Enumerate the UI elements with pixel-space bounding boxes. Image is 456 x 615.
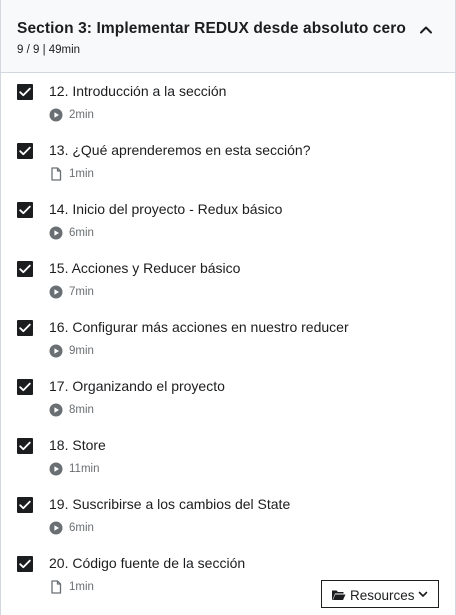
lecture-duration: 1min bbox=[69, 581, 94, 593]
checkmark-icon bbox=[19, 559, 31, 569]
folder-open-icon bbox=[332, 590, 346, 600]
checkmark-icon bbox=[19, 382, 31, 392]
checkmark-icon bbox=[19, 500, 31, 510]
chevron-up-icon[interactable] bbox=[419, 23, 433, 37]
lecture-title: 16. Configurar más acciones en nuestro r… bbox=[49, 319, 349, 335]
lecture-item[interactable]: 12. Introducción a la sección 2min bbox=[1, 73, 455, 132]
checkmark-icon bbox=[19, 264, 31, 274]
resources-dropdown-button[interactable]: Resources bbox=[321, 580, 439, 608]
section-title: Section 3: Implementar REDUX desde absol… bbox=[17, 20, 406, 37]
chevron-down-icon bbox=[418, 591, 428, 597]
checkmark-icon bbox=[19, 146, 31, 156]
section-meta: 9 / 9 | 49min bbox=[17, 44, 81, 56]
lecture-item[interactable]: 17. Organizando el proyecto 8min bbox=[1, 368, 455, 427]
lecture-duration: 9min bbox=[69, 345, 94, 357]
lecture-title: 20. Código fuente de la sección bbox=[49, 555, 246, 571]
lecture-item[interactable]: 19. Suscribirse a los cambios del State 6… bbox=[1, 486, 455, 545]
checkmark-icon bbox=[19, 323, 31, 333]
lecture-title: 19. Suscribirse a los cambios del State bbox=[49, 496, 291, 512]
play-circle-icon bbox=[49, 403, 63, 417]
checkmark-icon bbox=[19, 87, 31, 97]
lecture-title: 13. ¿Qué aprenderemos en esta sección? bbox=[49, 142, 311, 158]
checkmark-icon bbox=[19, 441, 31, 451]
lecture-item[interactable]: 15. Acciones y Reducer básico 7min bbox=[1, 250, 455, 309]
lecture-item[interactable]: 14. Inicio del proyecto - Redux básico 6m… bbox=[1, 191, 455, 250]
play-circle-icon bbox=[49, 108, 63, 122]
completed-checkbox[interactable] bbox=[17, 556, 33, 572]
play-circle-icon bbox=[49, 285, 63, 299]
play-circle-icon bbox=[49, 521, 63, 535]
completed-checkbox[interactable] bbox=[17, 143, 33, 159]
lecture-title: 12. Introducción a la sección bbox=[49, 83, 227, 99]
file-icon bbox=[49, 580, 63, 594]
lecture-item[interactable]: 18. Store 11min bbox=[1, 427, 455, 486]
completed-checkbox[interactable] bbox=[17, 379, 33, 395]
play-circle-icon bbox=[49, 462, 63, 476]
completed-checkbox[interactable] bbox=[17, 84, 33, 100]
play-circle-icon bbox=[49, 226, 63, 240]
checkmark-icon bbox=[19, 205, 31, 215]
completed-checkbox[interactable] bbox=[17, 438, 33, 454]
completed-checkbox[interactable] bbox=[17, 261, 33, 277]
lecture-duration: 8min bbox=[69, 404, 94, 416]
completed-checkbox[interactable] bbox=[17, 202, 33, 218]
course-content-panel: Section 3: Implementar REDUX desde absol… bbox=[0, 0, 456, 615]
file-icon bbox=[49, 167, 63, 181]
lecture-title: 14. Inicio del proyecto - Redux básico bbox=[49, 201, 283, 217]
section-header[interactable]: Section 3: Implementar REDUX desde absol… bbox=[1, 0, 455, 73]
lecture-title: 18. Store bbox=[49, 437, 106, 453]
lecture-duration: 7min bbox=[69, 286, 94, 298]
lecture-duration: 2min bbox=[69, 109, 94, 121]
lecture-item[interactable]: 16. Configurar más acciones en nuestro r… bbox=[1, 309, 455, 368]
lecture-item[interactable]: 13. ¿Qué aprenderemos en esta sección? 1m… bbox=[1, 132, 455, 191]
lecture-duration: 6min bbox=[69, 522, 94, 534]
lecture-duration: 11min bbox=[69, 463, 100, 475]
completed-checkbox[interactable] bbox=[17, 497, 33, 513]
lecture-title: 15. Acciones y Reducer básico bbox=[49, 260, 241, 276]
play-circle-icon bbox=[49, 344, 63, 358]
lecture-duration: 1min bbox=[69, 168, 94, 180]
lecture-title: 17. Organizando el proyecto bbox=[49, 378, 225, 394]
lecture-duration: 6min bbox=[69, 227, 94, 239]
completed-checkbox[interactable] bbox=[17, 320, 33, 336]
resources-label: Resources bbox=[350, 588, 415, 603]
